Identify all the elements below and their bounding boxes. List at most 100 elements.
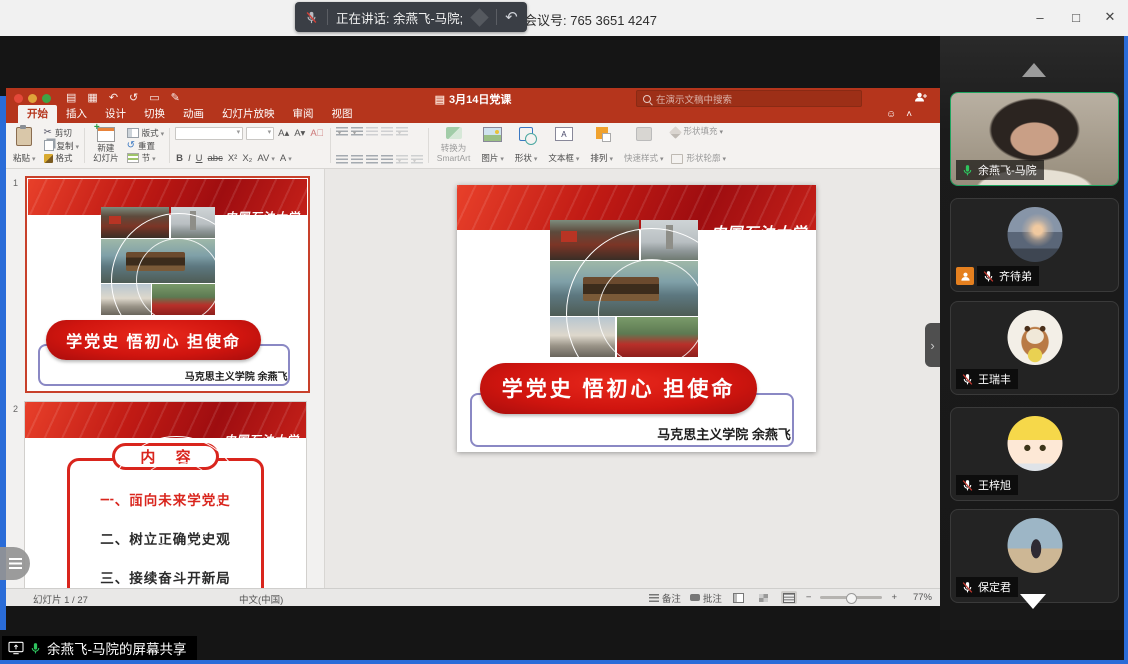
slide-sorter-view-button[interactable] <box>756 591 772 604</box>
format-painter-button[interactable]: 格式 <box>44 152 80 164</box>
slide-editing-canvas[interactable]: 中国石油大学 学党史 悟初心 担使命 马克思主义学院 余燕飞 <box>324 169 940 588</box>
underline-button[interactable]: U <box>195 153 204 164</box>
shrink-font-button[interactable]: A▾ <box>293 128 306 139</box>
indent-decrease-button[interactable] <box>366 127 378 136</box>
slide-sorter-icon <box>759 594 768 602</box>
slide1-thumbnail-art: 中国石油大学 学党史 悟初心 担使命 马克思主义学院 余燕飞 <box>28 179 307 390</box>
text-direction-button[interactable] <box>411 155 423 164</box>
close-button[interactable]: ✕ <box>1094 0 1126 34</box>
zoom-slider-knob[interactable] <box>846 593 857 604</box>
undo-arrow-icon[interactable]: ↶ <box>505 10 518 25</box>
copy-button[interactable]: 复制 <box>44 140 80 152</box>
language-indicator[interactable]: 中文(中国) <box>239 592 283 606</box>
zoom-slider[interactable] <box>820 596 882 599</box>
participant-nameplate: 王梓旭 <box>956 475 1018 495</box>
layout-button[interactable]: 版式 <box>127 127 165 139</box>
bullets-button[interactable] <box>336 127 348 136</box>
participant-name: 王梓旭 <box>978 477 1011 493</box>
smartart-icon <box>446 127 462 139</box>
participant-tile[interactable]: 保定君 <box>950 509 1119 603</box>
align-left-button[interactable] <box>336 155 348 164</box>
comments-toggle[interactable]: 批注 <box>690 591 722 605</box>
arrange-button[interactable]: 排列 <box>587 126 616 165</box>
grow-font-button[interactable]: A▴ <box>277 128 290 139</box>
tab-view[interactable]: 视图 <box>323 105 362 123</box>
ppt-status-bar: 幻灯片 1 / 27 中文(中国) 备注 批注 − + 77% <box>6 588 940 606</box>
zoom-in-button[interactable]: + <box>891 592 897 603</box>
reading-view-button[interactable] <box>781 591 797 604</box>
shape-fill-button[interactable]: 形状填充 <box>671 127 726 137</box>
tab-slideshow[interactable]: 幻灯片放映 <box>213 105 284 123</box>
brush-icon <box>44 154 53 163</box>
clipboard-group: ✂剪切 复制 格式 <box>44 126 80 165</box>
superscript-button[interactable]: X² <box>227 153 239 164</box>
columns-button[interactable] <box>396 155 408 164</box>
shape-outline-button[interactable]: 形状轮廓 <box>671 154 726 164</box>
align-right-button[interactable] <box>366 155 378 164</box>
numbering-button[interactable] <box>351 127 363 136</box>
window-border-right <box>1124 36 1128 664</box>
collapse-ribbon-icon[interactable]: ˄ <box>906 109 912 120</box>
participant-tile[interactable]: 王梓旭 <box>950 407 1119 501</box>
tab-animations[interactable]: 动画 <box>174 105 213 123</box>
tab-design[interactable]: 设计 <box>96 105 135 123</box>
textbox-button[interactable]: A 文本框 <box>545 126 582 165</box>
ppt-search-box[interactable]: 在演示文稿中搜索 <box>636 90 862 107</box>
indent-increase-button[interactable] <box>381 127 393 136</box>
picture-button[interactable]: 图片 <box>478 126 507 165</box>
share-person-add-icon[interactable] <box>914 91 928 103</box>
new-slide-button[interactable]: 新建幻灯片 <box>90 126 122 165</box>
tab-insert[interactable]: 插入 <box>57 105 96 123</box>
reset-button[interactable]: ↺重置 <box>127 140 165 152</box>
slide-byline: 马克思主义学院 余燕飞 <box>185 368 288 383</box>
thumbnail-number: 1 <box>13 178 18 188</box>
slide1-art: 中国石油大学 学党史 悟初心 担使命 马克思主义学院 余燕飞 <box>457 185 816 452</box>
slides-group: 版式 ↺重置 节 <box>127 126 165 165</box>
tab-review[interactable]: 审阅 <box>284 105 323 123</box>
participant-nameplate: 保定君 <box>956 577 1018 597</box>
feedback-smiley-icon[interactable]: ☺ <box>886 109 896 120</box>
subscript-button[interactable]: X₂ <box>241 153 253 164</box>
character-spacing-button[interactable]: AV <box>256 153 275 164</box>
quick-styles-button[interactable]: 快速样式 <box>621 126 667 165</box>
screen-share-icon <box>8 641 24 655</box>
clear-format-button[interactable]: A⃠ <box>309 128 324 139</box>
ribbon-separator <box>330 128 331 163</box>
active-speaker-overlay: 正在讲话: 余燕飞-马院; ↶ <box>295 2 527 32</box>
zoom-out-button[interactable]: − <box>806 592 812 603</box>
main-slide[interactable]: 中国石油大学 学党史 悟初心 担使命 马克思主义学院 余燕飞 <box>457 185 816 452</box>
sidebar-collapse-handle[interactable]: › <box>925 323 940 367</box>
italic-button[interactable]: I <box>187 153 192 164</box>
slide-thumbnail-2[interactable]: 中国石油大学 内 容 一、面向未来学党史 二、树立正确党史观 三、接续奋斗开新局 <box>25 402 306 588</box>
cut-button[interactable]: ✂剪切 <box>44 127 80 139</box>
scroll-up-arrow-icon[interactable] <box>1022 63 1046 77</box>
slide-thumbnail-1[interactable]: 中国石油大学 学党史 悟初心 担使命 马克思主义学院 余燕飞 <box>25 176 310 393</box>
overlay-divider <box>496 9 497 25</box>
normal-view-button[interactable] <box>731 591 747 604</box>
maximize-button[interactable]: □ <box>1060 0 1092 34</box>
zoom-level[interactable]: 77% <box>906 592 932 603</box>
participant-tile-speaker[interactable]: 余燕飞-马院 <box>950 92 1119 186</box>
font-size-select[interactable] <box>246 127 274 140</box>
section-button[interactable]: 节 <box>127 152 165 164</box>
line-spacing-button[interactable] <box>396 127 408 136</box>
strikethrough-button[interactable]: abc <box>207 153 224 164</box>
shape-fill-icon <box>670 126 683 139</box>
paste-button[interactable]: 粘贴 <box>10 126 39 165</box>
powerpoint-window: ▤ ▦ ↶ ↺ ▭ ✎ ▤3月14日党课 在演示文稿中搜索 <box>6 88 940 605</box>
bold-button[interactable]: B <box>175 153 184 164</box>
font-color-button[interactable]: A <box>279 153 293 164</box>
notes-toggle[interactable]: 备注 <box>649 591 681 605</box>
justify-button[interactable] <box>381 155 393 164</box>
convert-smartart-button[interactable]: 转换为SmartArt <box>434 126 474 165</box>
font-name-select[interactable] <box>175 127 243 140</box>
copy-icon <box>44 140 54 151</box>
align-center-button[interactable] <box>351 155 363 164</box>
participant-tile[interactable]: 王瑞丰 <box>950 301 1119 395</box>
participant-tile[interactable]: 齐待弟 <box>950 198 1119 292</box>
tab-home[interactable]: 开始 <box>18 105 57 123</box>
shapes-button[interactable]: 形状 <box>512 126 541 165</box>
scroll-down-arrow-icon[interactable] <box>1020 594 1046 609</box>
minimize-button[interactable]: – <box>1024 0 1056 34</box>
tab-transitions[interactable]: 切换 <box>135 105 174 123</box>
